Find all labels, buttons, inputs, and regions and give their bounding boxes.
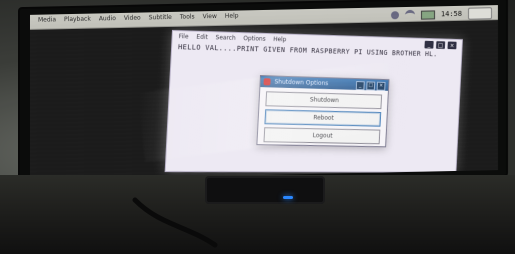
close-icon[interactable]: × [447,41,456,49]
battery-icon [421,10,435,19]
maximize-icon[interactable]: □ [436,41,445,49]
dialog-minimize-icon[interactable]: _ [356,81,365,90]
logout-button[interactable]: Logout [263,127,380,144]
top-taskbar: Media Playback Audio Video Subtitle Tool… [30,5,498,30]
power-led-icon [283,196,293,199]
monitor: Media Playback Audio Video Subtitle Tool… [18,0,508,187]
terminal-menu-help[interactable]: Help [273,36,286,43]
shutdown-options-dialog: Shutdown Options _ □ × Shutdown Reboot L… [256,75,389,147]
menu-view[interactable]: View [203,13,217,20]
dialog-body: Shutdown Reboot Logout [264,91,382,141]
reboot-button[interactable]: Reboot [264,109,381,126]
clock: 14:58 [441,10,462,18]
menu-subtitle[interactable]: Subtitle [149,14,172,21]
status-dot-icon [391,11,399,19]
menu-help[interactable]: Help [225,13,239,20]
menu-playback[interactable]: Playback [64,16,91,24]
dialog-close-icon[interactable]: × [377,82,386,91]
terminal-menu-edit[interactable]: Edit [196,34,208,41]
menu-media[interactable]: Media [38,16,56,23]
terminal-menubar: File Edit Search Options Help [178,33,286,43]
system-tray: 14:58 [391,7,492,21]
monitor-stand [205,176,325,204]
tray-button[interactable] [468,7,492,20]
terminal-menu-search[interactable]: Search [215,34,235,42]
dialog-title: Shutdown Options [274,79,328,88]
taskbar-menubar: Media Playback Audio Video Subtitle Tool… [38,13,239,24]
menu-video[interactable]: Video [124,15,141,22]
screen: Media Playback Audio Video Subtitle Tool… [30,5,498,180]
terminal-window-controls: _ □ × [424,41,456,50]
minimize-icon[interactable]: _ [424,41,433,49]
app-icon [263,78,270,85]
shutdown-button[interactable]: Shutdown [265,91,382,109]
menu-tools[interactable]: Tools [180,13,195,20]
dialog-titlebar: Shutdown Options _ □ × [260,76,388,91]
menu-audio[interactable]: Audio [99,15,116,22]
dialog-maximize-icon[interactable]: □ [366,81,375,90]
terminal-output-line: HELLO VAL....PRINT GIVEN FROM RASPBERRY … [178,43,449,58]
dialog-controls: _ □ × [356,81,386,91]
terminal-menu-file[interactable]: File [178,33,188,40]
wifi-icon[interactable] [405,9,415,20]
cable [130,190,220,250]
terminal-menu-options[interactable]: Options [243,35,266,43]
